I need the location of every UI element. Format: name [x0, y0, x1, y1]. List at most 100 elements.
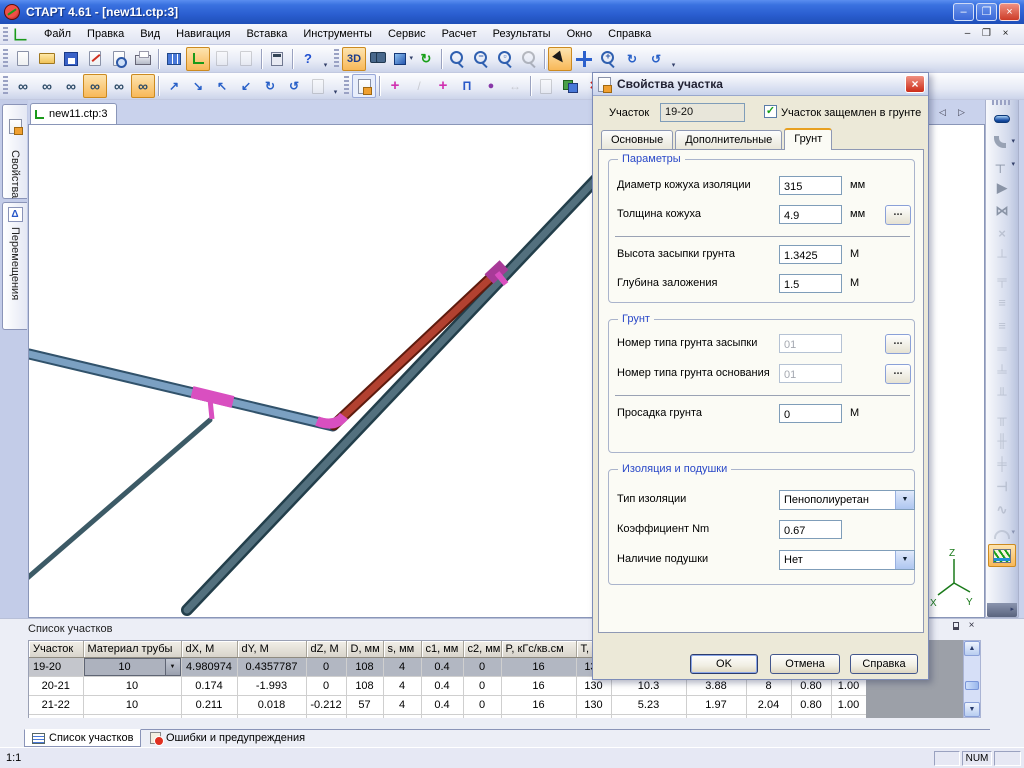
tab-main[interactable]: Основные	[601, 130, 673, 150]
window-layout-button[interactable]	[162, 47, 186, 71]
view-dimensions-button[interactable]: ∞	[107, 74, 131, 98]
pinned-in-soil-checkbox[interactable]: ✓	[764, 105, 777, 118]
redraw-button[interactable]	[306, 74, 330, 98]
chevron-down-icon[interactable]: ▼	[895, 551, 914, 569]
tab-segment-list[interactable]: Список участков	[24, 729, 141, 747]
column-header[interactable]: Материал трубы	[83, 641, 181, 657]
mdi-minimize-button[interactable]: –	[959, 27, 976, 42]
table-row[interactable]	[29, 714, 866, 718]
table-row[interactable]: 21-22100.2110.018-0.2125740.40161305.231…	[29, 695, 866, 714]
burial-depth-input[interactable]	[779, 274, 842, 293]
zoom-previous-button[interactable]	[517, 47, 541, 71]
insert-rigid-support-button[interactable]: ═	[988, 337, 1016, 360]
toolbar-overflow-button[interactable]: ▾	[330, 75, 341, 97]
view-initial-button[interactable]: ∞	[11, 74, 35, 98]
restore-button[interactable]: ❐	[976, 3, 997, 21]
copy-properties-button[interactable]	[534, 74, 558, 98]
cancel-button[interactable]: Отмена	[770, 654, 840, 674]
ok-button[interactable]: OK	[690, 654, 758, 674]
zoom-out-button[interactable]: −	[469, 47, 493, 71]
properties-button[interactable]	[352, 74, 376, 98]
dialog-close-button[interactable]: ×	[905, 75, 925, 93]
column-header[interactable]: c1, мм	[421, 641, 463, 657]
backfill-height-input[interactable]	[779, 245, 842, 264]
tab-errors-warnings[interactable]: Ошибки и предупреждения	[143, 729, 312, 747]
menu-item[interactable]: Справка	[600, 26, 659, 42]
column-header[interactable]: Участок	[29, 641, 83, 657]
verify-button[interactable]	[210, 47, 234, 71]
scroll-thumb[interactable]	[965, 681, 979, 690]
print-preview-button[interactable]	[107, 47, 131, 71]
menu-item[interactable]: Расчет	[434, 26, 485, 42]
calculator-button[interactable]	[265, 47, 289, 71]
view-model-button[interactable]: ∞	[83, 74, 107, 98]
insert-tee-button[interactable]: ┬ ▾	[988, 153, 1016, 176]
zoom-window-button[interactable]: ▫	[493, 47, 517, 71]
chevron-down-icon[interactable]: ▼	[165, 659, 180, 675]
browse-button[interactable]: ...	[885, 205, 911, 225]
insert-pipe-button[interactable]	[988, 107, 1016, 130]
mdi-restore-button[interactable]: ❐	[978, 27, 995, 42]
scroll-down-button[interactable]: ▼	[964, 702, 980, 717]
show-axes-button[interactable]	[186, 47, 210, 71]
insert-gauge-button[interactable]: ▾	[988, 521, 1016, 544]
insert-node-button[interactable]: +	[383, 74, 407, 98]
rotate-view-button[interactable]: ↻	[620, 47, 644, 71]
document-tab[interactable]: new11.ctp:3	[30, 103, 117, 124]
column-header[interactable]: dZ, М	[306, 641, 346, 657]
rotate-view-up-button[interactable]: ↖	[210, 74, 234, 98]
verify-all-button[interactable]	[234, 47, 258, 71]
material-cell-combo[interactable]: 10 ▼	[84, 658, 181, 676]
print-button[interactable]	[131, 47, 155, 71]
close-button[interactable]: ×	[999, 3, 1020, 21]
shading-mode-button[interactable]: ▾	[390, 47, 414, 71]
pan-button[interactable]	[572, 47, 596, 71]
table-scrollbar[interactable]: ▲ ▼	[963, 640, 981, 718]
toolbar-overflow-button[interactable]: ▾	[668, 48, 679, 70]
dialog-title-bar[interactable]: Свойства участка ×	[593, 73, 928, 96]
view-query-button[interactable]: ∞	[59, 74, 83, 98]
menu-item[interactable]: Сервис	[380, 26, 434, 42]
menu-item[interactable]: Навигация	[168, 26, 238, 42]
save-button[interactable]	[59, 47, 83, 71]
casing-thickness-input[interactable]	[779, 205, 842, 224]
rotate-view-right-button[interactable]: ↘	[186, 74, 210, 98]
insert-tie-button[interactable]: ╪	[988, 452, 1016, 475]
mdi-close-button[interactable]: ×	[997, 27, 1014, 42]
view-3d-button[interactable]: 3D	[342, 47, 366, 71]
segment-field[interactable]: 19-20	[660, 103, 745, 122]
insert-soil-button[interactable]	[988, 544, 1016, 567]
zoom-region-button[interactable]	[445, 47, 469, 71]
paste-properties-button[interactable]	[558, 74, 582, 98]
panel-close-button[interactable]: ×	[964, 620, 979, 633]
menu-item[interactable]: Вид	[132, 26, 168, 42]
menu-item[interactable]: Правка	[79, 26, 132, 42]
new-file-button[interactable]	[11, 47, 35, 71]
insert-reducer-button[interactable]: ▶	[988, 176, 1016, 199]
pin-button[interactable]	[948, 620, 963, 633]
insert-guide-support-button[interactable]: ≡	[988, 291, 1016, 314]
insert-spacer-button[interactable]: ↔	[503, 74, 527, 98]
scroll-up-button[interactable]: ▲	[964, 641, 980, 656]
roll-left-button[interactable]: ↻	[258, 74, 282, 98]
view-sizes-button[interactable]: ∞	[131, 74, 155, 98]
insert-restraint-button[interactable]: Π	[455, 74, 479, 98]
soil-settlement-input[interactable]	[779, 404, 842, 423]
column-header[interactable]: s, мм	[383, 641, 421, 657]
nm-coefficient-input[interactable]	[779, 520, 842, 539]
insert-valve-button[interactable]: ⋈	[988, 199, 1016, 222]
tab-soil[interactable]: Грунт	[784, 128, 832, 150]
help-button[interactable]: Справка	[850, 654, 918, 674]
roll-right-button[interactable]: ↺	[282, 74, 306, 98]
orbit-view-button[interactable]: ↺	[644, 47, 668, 71]
menu-item[interactable]: Результаты	[485, 26, 559, 42]
insert-anchor-button[interactable]: ┴	[988, 245, 1016, 268]
insert-mass-button[interactable]: ●	[479, 74, 503, 98]
tab-scroll-right-button[interactable]: ▷	[952, 104, 971, 120]
casing-diameter-input[interactable]	[779, 176, 842, 195]
insert-hanger-button[interactable]: ╧	[988, 360, 1016, 383]
divide-segment-button[interactable]: /	[407, 74, 431, 98]
export-report-button[interactable]	[83, 47, 107, 71]
insert-cross-button[interactable]: ×	[988, 222, 1016, 245]
insert-spring-hanger-button[interactable]: ╥	[988, 406, 1016, 429]
